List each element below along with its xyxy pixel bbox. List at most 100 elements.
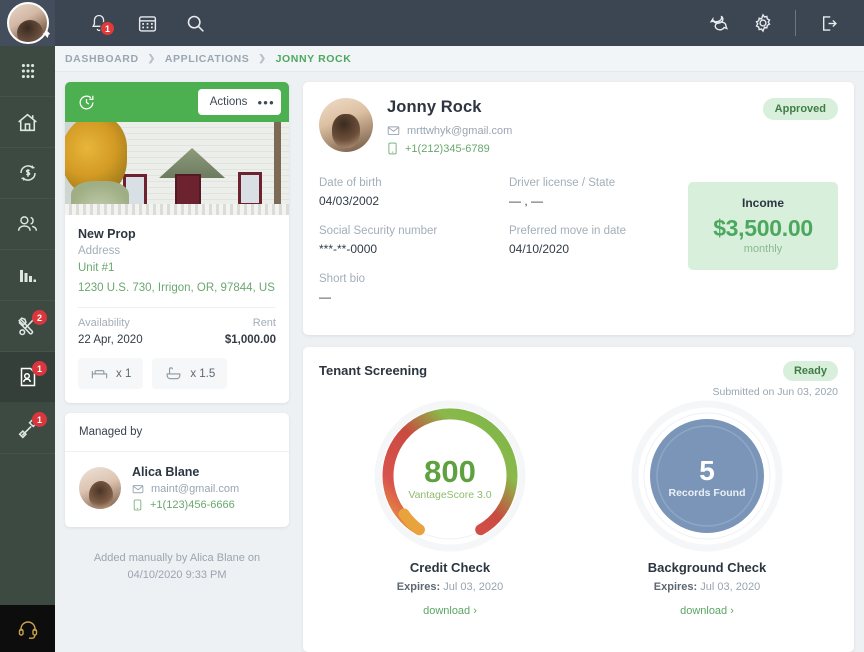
app-body: 2 1 1 DASHBOARD ❯ APPLICATIONS ❯ JONNY R… <box>0 46 864 652</box>
field-label: Date of birth <box>319 177 382 189</box>
maintenance-badge: 2 <box>32 310 47 325</box>
sidebar-item-leases[interactable]: 1 <box>0 403 55 454</box>
sidebar-item-applications[interactable]: 1 <box>0 352 55 403</box>
screening-title: Tenant Screening <box>319 363 428 378</box>
top-bar: 1 <box>0 0 864 46</box>
manager-avatar <box>79 467 121 510</box>
history-clock-icon <box>79 95 94 109</box>
income-label: Income <box>741 196 784 210</box>
records-count-label: Records Found <box>668 487 745 499</box>
sidebar-item-people[interactable] <box>0 199 55 250</box>
background-check-gauge: 5 Records Found Background Check Expires… <box>620 400 795 617</box>
field-value: — <box>319 290 331 304</box>
property-card-header: Actions ••• <box>65 82 289 122</box>
background-expires: Expires: Jul 03, 2020 <box>620 581 795 593</box>
field-value: — , — <box>509 194 544 208</box>
status-badge: Approved <box>762 98 838 120</box>
applications-badge: 1 <box>32 361 47 376</box>
property-details: New Prop Address Unit #1 1230 U.S. 730, … <box>65 215 289 346</box>
credit-score-label: VantageScore 3.0 <box>408 489 491 501</box>
applicant-name: Jonny Rock <box>387 98 482 116</box>
manager-phone: +1(123)456-6666 <box>150 499 235 512</box>
credit-download-link[interactable]: download › <box>363 605 538 617</box>
field-move-in-date: Preferred move in date 04/10/2020 <box>509 225 689 256</box>
applicant-phone-row[interactable]: +1(212)345-6789 <box>387 142 512 155</box>
panes: Actions ••• New Prop Address Unit #1 123… <box>55 72 864 652</box>
headset-icon <box>18 620 37 639</box>
field-ssn: Social Security number ***-**-0000 <box>319 225 499 256</box>
property-address[interactable]: 1230 U.S. 730, Irrigon, OR, 97844, US <box>78 280 276 297</box>
right-column: Approved Jonny Rock mrttwhyk@gmail.com +… <box>303 82 854 652</box>
availability-label: Availability <box>78 317 130 330</box>
field-value: 04/03/2002 <box>319 194 380 208</box>
divider <box>78 307 276 309</box>
tenant-screening-card: Tenant Screening Ready Submitted on Jun … <box>303 347 854 652</box>
credit-expires: Expires: Jul 03, 2020 <box>363 581 538 593</box>
breadcrumb-dashboard[interactable]: DASHBOARD <box>65 53 139 65</box>
logout-icon[interactable] <box>806 0 850 46</box>
gear-icon[interactable] <box>741 0 785 46</box>
baths-count: x 1.5 <box>190 367 216 380</box>
user-avatar[interactable] <box>0 0 55 46</box>
credit-expires-label: Expires: <box>396 581 441 593</box>
calendar-icon[interactable] <box>125 0 169 46</box>
property-chips: x 1 x 1.5 <box>65 346 289 403</box>
credit-expires-value: Jul 03, 2020 <box>443 581 504 593</box>
income-period: monthly <box>743 243 783 255</box>
applicant-header: Jonny Rock mrttwhyk@gmail.com +1(212)345… <box>319 98 838 155</box>
bell-icon[interactable]: 1 <box>77 0 121 46</box>
credit-score-dial: 800 VantageScore 3.0 <box>374 400 526 552</box>
background-download-link[interactable]: download › <box>620 605 795 617</box>
sidebar-item-apps[interactable] <box>0 46 55 97</box>
phone-icon <box>388 142 397 155</box>
managed-by-title: Managed by <box>65 413 289 453</box>
app-root: 1 2 1 1 DASHBOARD ❯ APPLICATIONS ❯ JONNY… <box>0 0 864 652</box>
availability-rent-labels: Availability Rent <box>78 317 276 329</box>
credit-check-title: Credit Check <box>409 560 491 575</box>
manager-email-row[interactable]: maint@gmail.com <box>132 483 239 495</box>
divider <box>795 10 796 36</box>
search-icon[interactable] <box>173 0 217 46</box>
rent-label: Rent <box>252 317 276 330</box>
added-note: Added manually by Alica Blane on 04/10/2… <box>65 537 289 595</box>
field-label: Short bio <box>319 273 366 285</box>
pin-icon <box>37 29 51 43</box>
leases-badge: 1 <box>32 412 47 427</box>
rent-value: $1,000.00 <box>224 334 276 347</box>
beds-count: x 1 <box>116 367 132 380</box>
screening-submitted: Submitted on Jun 03, 2020 <box>712 386 838 398</box>
beds-chip: x 1 <box>78 358 144 390</box>
kebab-menu-icon[interactable]: ••• <box>257 96 275 109</box>
manager-row: Alica Blane maint@gmail.com +1(123)456-6… <box>65 452 289 527</box>
sidebar-item-home[interactable] <box>0 97 55 148</box>
applicant-card: Approved Jonny Rock mrttwhyk@gmail.com +… <box>303 82 854 335</box>
property-photo <box>65 122 289 215</box>
sidebar-item-payments[interactable] <box>0 148 55 199</box>
manager-email: maint@gmail.com <box>151 483 240 496</box>
availability-rent-values: 22 Apr, 2020 $1,000.00 <box>78 334 276 346</box>
credit-score-value: 800 <box>424 454 476 489</box>
sidebar-nav: 2 1 1 <box>0 46 55 652</box>
background-expires-value: Jul 03, 2020 <box>700 581 761 593</box>
property-name: New Prop <box>78 227 136 241</box>
support-button[interactable] <box>0 605 55 652</box>
chat-icon[interactable] <box>697 0 741 46</box>
breadcrumb-applications[interactable]: APPLICATIONS <box>165 53 250 65</box>
mail-icon <box>132 485 144 494</box>
sidebar-item-maintenance[interactable]: 2 <box>0 301 55 352</box>
apps-grid-icon <box>21 63 34 79</box>
screening-status-badge: Ready <box>782 361 838 381</box>
applicant-email-row[interactable]: mrttwhyk@gmail.com <box>387 124 512 137</box>
field-date-of-birth: Date of birth 04/03/2002 <box>319 177 499 208</box>
availability-value: 22 Apr, 2020 <box>78 334 143 347</box>
bath-icon <box>166 367 181 380</box>
actions-button[interactable]: Actions ••• <box>197 89 281 115</box>
top-right-icons <box>697 0 864 46</box>
property-unit[interactable]: Unit #1 <box>78 260 276 277</box>
manager-phone-row[interactable]: +1(123)456-6666 <box>132 499 239 511</box>
sidebar-item-reports[interactable] <box>0 250 55 301</box>
manager-info: Alica Blane maint@gmail.com +1(123)456-6… <box>132 465 239 511</box>
background-records-dial: 5 Records Found <box>631 400 783 552</box>
top-left-icons: 1 <box>55 0 217 46</box>
